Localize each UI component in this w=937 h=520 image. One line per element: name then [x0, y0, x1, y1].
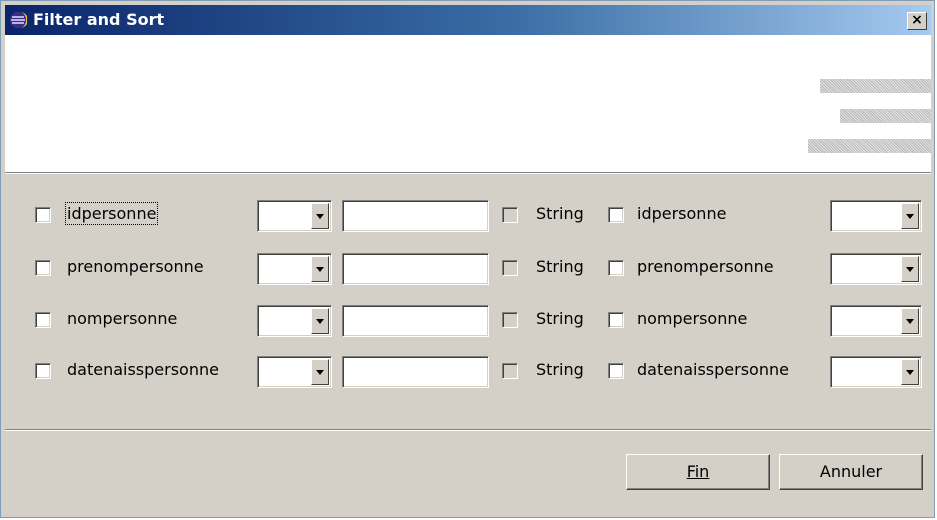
- filter-field-label: nompersonne: [67, 309, 178, 328]
- finish-button-label: Fin: [686, 462, 710, 481]
- type-label: String: [536, 204, 584, 223]
- filter-checkbox[interactable]: [35, 363, 51, 379]
- chevron-down-icon[interactable]: [311, 359, 329, 385]
- type-label: String: [536, 309, 584, 328]
- filter-field-label: datenaisspersonne: [67, 360, 219, 379]
- filter-field-label: prenompersonne: [67, 257, 204, 276]
- chevron-down-icon[interactable]: [901, 256, 919, 282]
- cancel-button[interactable]: Annuler: [779, 454, 923, 490]
- filter-value-input[interactable]: [342, 253, 489, 285]
- sort-order-combo[interactable]: [830, 200, 922, 232]
- separator: [5, 430, 931, 431]
- chevron-down-icon[interactable]: [901, 203, 919, 229]
- operator-combo[interactable]: [257, 356, 332, 388]
- eclipse-icon: [9, 11, 28, 29]
- string-checkbox[interactable]: [502, 260, 518, 276]
- filter-sort-dialog: Filter and Sort × idpersonne String idpe…: [0, 0, 935, 518]
- cancel-button-label: Annuler: [819, 462, 883, 481]
- sort-checkbox[interactable]: [608, 207, 624, 223]
- filter-value-input[interactable]: [342, 200, 489, 232]
- type-label: String: [536, 360, 584, 379]
- filter-checkbox[interactable]: [35, 207, 51, 223]
- sort-checkbox[interactable]: [608, 260, 624, 276]
- string-checkbox[interactable]: [502, 312, 518, 328]
- filter-value-input[interactable]: [342, 305, 489, 337]
- chevron-down-icon[interactable]: [901, 308, 919, 334]
- separator: [5, 173, 931, 174]
- type-label: String: [536, 257, 584, 276]
- sort-order-combo[interactable]: [830, 253, 922, 285]
- chevron-down-icon[interactable]: [311, 308, 329, 334]
- string-checkbox[interactable]: [502, 207, 518, 223]
- filter-checkbox[interactable]: [35, 312, 51, 328]
- sort-field-label: idpersonne: [637, 204, 727, 223]
- filter-checkbox[interactable]: [35, 260, 51, 276]
- close-icon[interactable]: ×: [907, 12, 927, 30]
- operator-combo[interactable]: [257, 200, 332, 232]
- filter-field-label: idpersonne: [64, 202, 159, 225]
- title-bar[interactable]: Filter and Sort ×: [5, 5, 931, 35]
- operator-combo[interactable]: [257, 253, 332, 285]
- chevron-down-icon[interactable]: [901, 359, 919, 385]
- finish-button[interactable]: Fin: [626, 454, 770, 490]
- sort-field-label: datenaisspersonne: [637, 360, 789, 379]
- sort-checkbox[interactable]: [608, 312, 624, 328]
- filter-value-input[interactable]: [342, 356, 489, 388]
- window-title: Filter and Sort: [33, 10, 165, 29]
- header-banner: [5, 35, 931, 173]
- chevron-down-icon[interactable]: [311, 256, 329, 282]
- chevron-down-icon[interactable]: [311, 203, 329, 229]
- sort-order-combo[interactable]: [830, 356, 922, 388]
- string-checkbox[interactable]: [502, 363, 518, 379]
- sort-order-combo[interactable]: [830, 305, 922, 337]
- sort-checkbox[interactable]: [608, 363, 624, 379]
- sort-field-label: prenompersonne: [637, 257, 774, 276]
- operator-combo[interactable]: [257, 305, 332, 337]
- banner-decoration: [840, 109, 931, 123]
- banner-decoration: [808, 139, 931, 153]
- sort-field-label: nompersonne: [637, 309, 748, 328]
- banner-decoration: [820, 79, 931, 93]
